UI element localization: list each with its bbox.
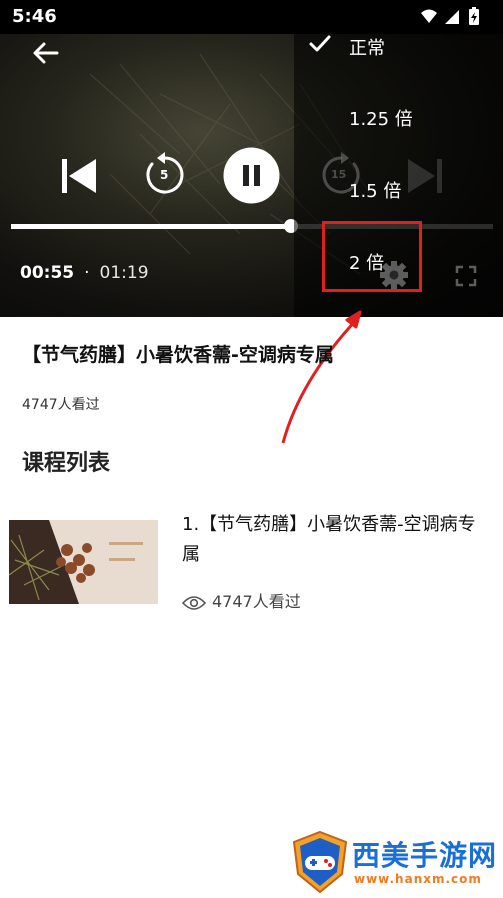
lesson-thumbnail[interactable] bbox=[9, 520, 158, 604]
lesson-view-count: 4747人看过 bbox=[181, 588, 301, 612]
gamepad-shield-logo bbox=[292, 830, 348, 894]
eye-icon bbox=[181, 596, 207, 610]
site-watermark: 西美手游网 www.hanxm.com bbox=[290, 830, 503, 894]
lesson-view-text: 4747人看过 bbox=[212, 592, 301, 611]
watermark-url: www.hanxm.com bbox=[354, 872, 482, 886]
course-list-heading: 课程列表 bbox=[22, 451, 111, 476]
course-title: 【节气药膳】小暑饮香薷-空调病专属 bbox=[22, 344, 334, 366]
course-view-count: 4747人看过 bbox=[22, 397, 100, 413]
lesson-title[interactable]: 1.【节气药膳】小暑饮香薷-空调病专属 bbox=[182, 510, 492, 570]
watermark-name: 西美手游网 bbox=[352, 839, 498, 872]
